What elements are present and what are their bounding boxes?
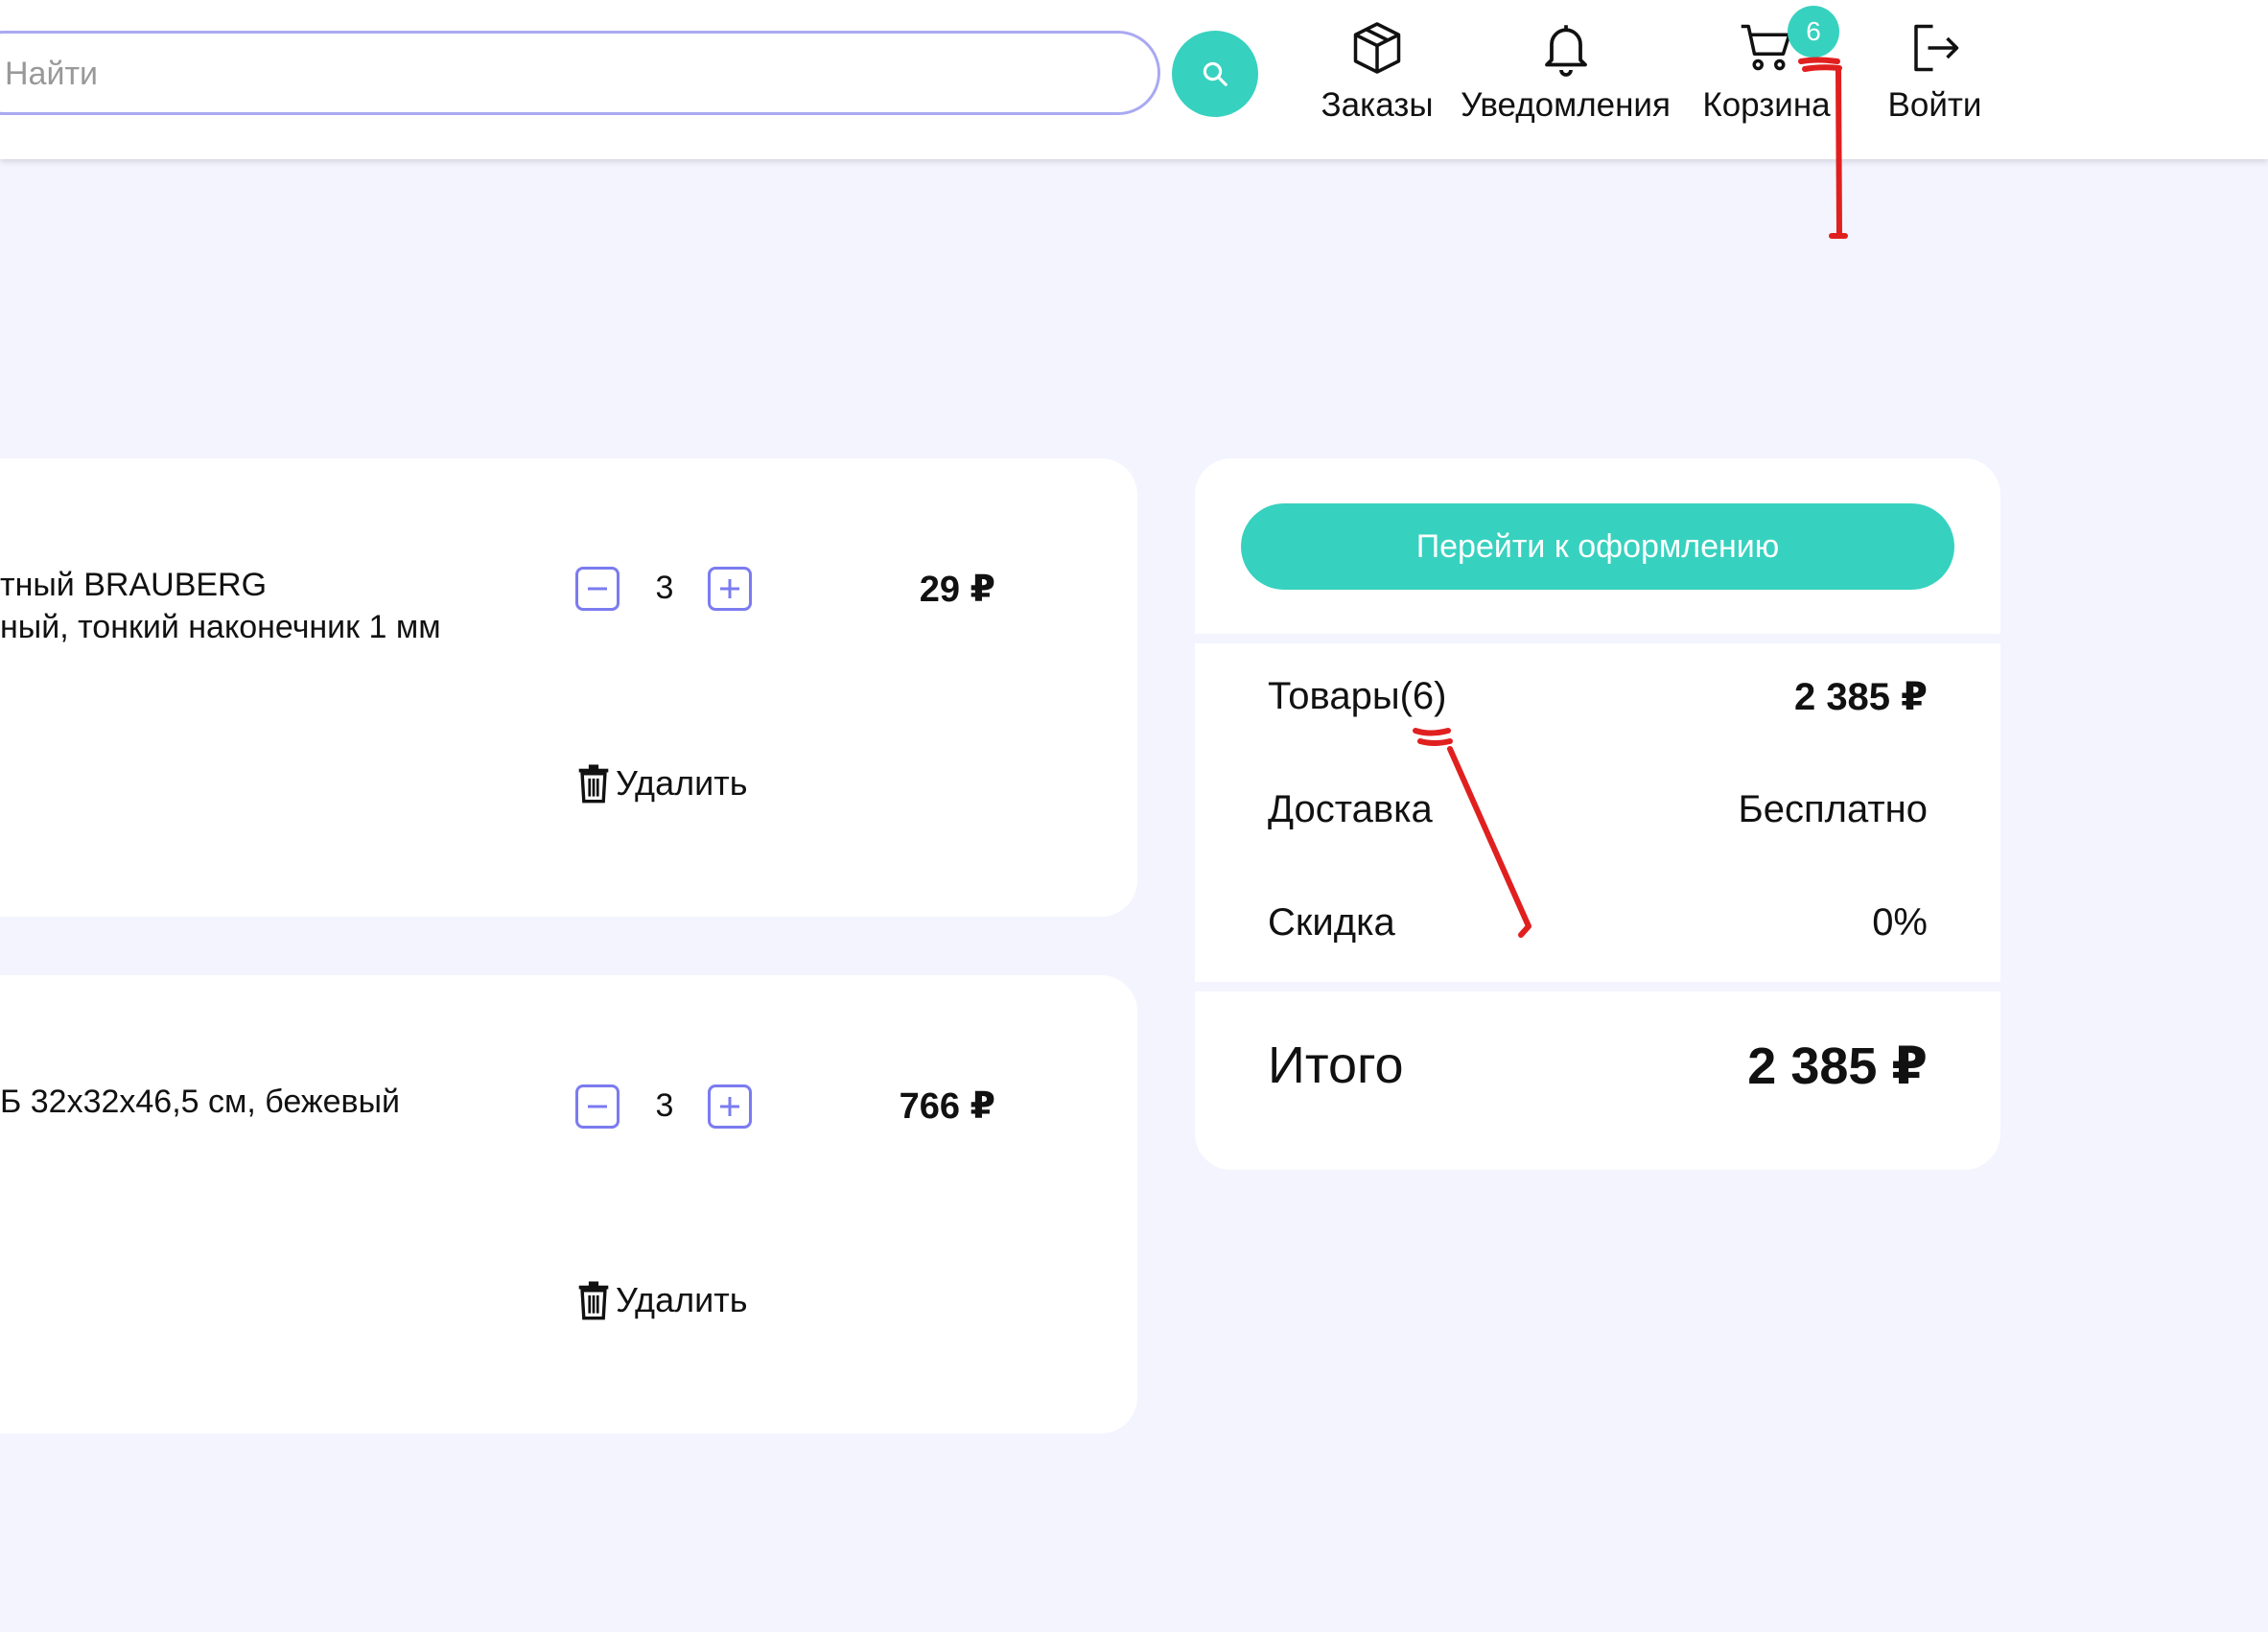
box-icon	[1353, 22, 1401, 74]
search-icon	[1203, 61, 1228, 86]
nav-notifications-label: Уведомления	[1461, 86, 1671, 124]
item-price: 766 ₽	[899, 1086, 995, 1127]
delete-label: Удалить	[616, 763, 748, 803]
decrease-quantity-button[interactable]	[575, 1084, 620, 1129]
search-button[interactable]	[1172, 31, 1258, 117]
discount-value: 0%	[1872, 901, 1928, 944]
item-price: 29 ₽	[919, 570, 995, 610]
discount-label: Скидка	[1268, 901, 1395, 944]
checkout-button[interactable]: Перейти к оформлению	[1241, 503, 1954, 590]
goods-count-label: Товары(6)	[1268, 675, 1447, 717]
nav-login[interactable]: Войти	[1875, 19, 1995, 125]
delete-label: Удалить	[616, 1280, 748, 1319]
bell-icon	[1544, 25, 1587, 77]
product-title-line1[interactable]: тный BRAUBERG	[0, 564, 267, 606]
divider	[1195, 982, 2000, 991]
search-input[interactable]	[3, 34, 1062, 114]
delete-item-button[interactable]: Удалить	[577, 763, 747, 804]
cart-item-card: Б 32x32x46,5 см, бежевый 3 766 ₽ Удалить	[0, 975, 1137, 1434]
nav-orders-label: Заказы	[1321, 86, 1434, 124]
top-header: Заказы Уведомления Корзина 6 Войти	[0, 0, 2268, 159]
nav-cart-label: Корзина	[1702, 86, 1831, 124]
trash-icon	[578, 1281, 609, 1320]
login-icon	[1913, 24, 1958, 72]
minus-icon	[588, 587, 607, 591]
nav-orders[interactable]: Заказы	[1320, 19, 1435, 125]
quantity-value: 3	[655, 570, 674, 606]
total-value: 2 385 ₽	[1747, 1037, 1928, 1095]
decrease-quantity-button[interactable]	[575, 567, 620, 611]
cart-item-card: тный BRAUBERG ный, тонкий наконечник 1 м…	[0, 458, 1137, 917]
search-box[interactable]	[0, 31, 1160, 115]
trash-icon	[578, 764, 609, 804]
product-title-line2[interactable]: ный, тонкий наконечник 1 мм	[0, 606, 441, 648]
delete-item-button[interactable]: Удалить	[577, 1280, 747, 1320]
nav-notifications[interactable]: Уведомления	[1458, 19, 1673, 125]
cart-count-badge: 6	[1788, 6, 1839, 58]
total-label: Итого	[1268, 1037, 1404, 1094]
order-summary: Перейти к оформлению Товары(6) 2 385 ₽ Д…	[1195, 458, 2000, 1170]
nav-login-label: Войти	[1887, 86, 1982, 124]
delivery-value: Бесплатно	[1738, 788, 1928, 830]
delivery-label: Доставка	[1268, 788, 1433, 830]
quantity-value: 3	[655, 1087, 674, 1124]
divider	[1195, 634, 2000, 643]
minus-icon	[588, 1105, 607, 1108]
product-title-line1[interactable]: Б 32x32x46,5 см, бежевый	[0, 1081, 400, 1123]
goods-total-value: 2 385 ₽	[1793, 676, 1928, 718]
